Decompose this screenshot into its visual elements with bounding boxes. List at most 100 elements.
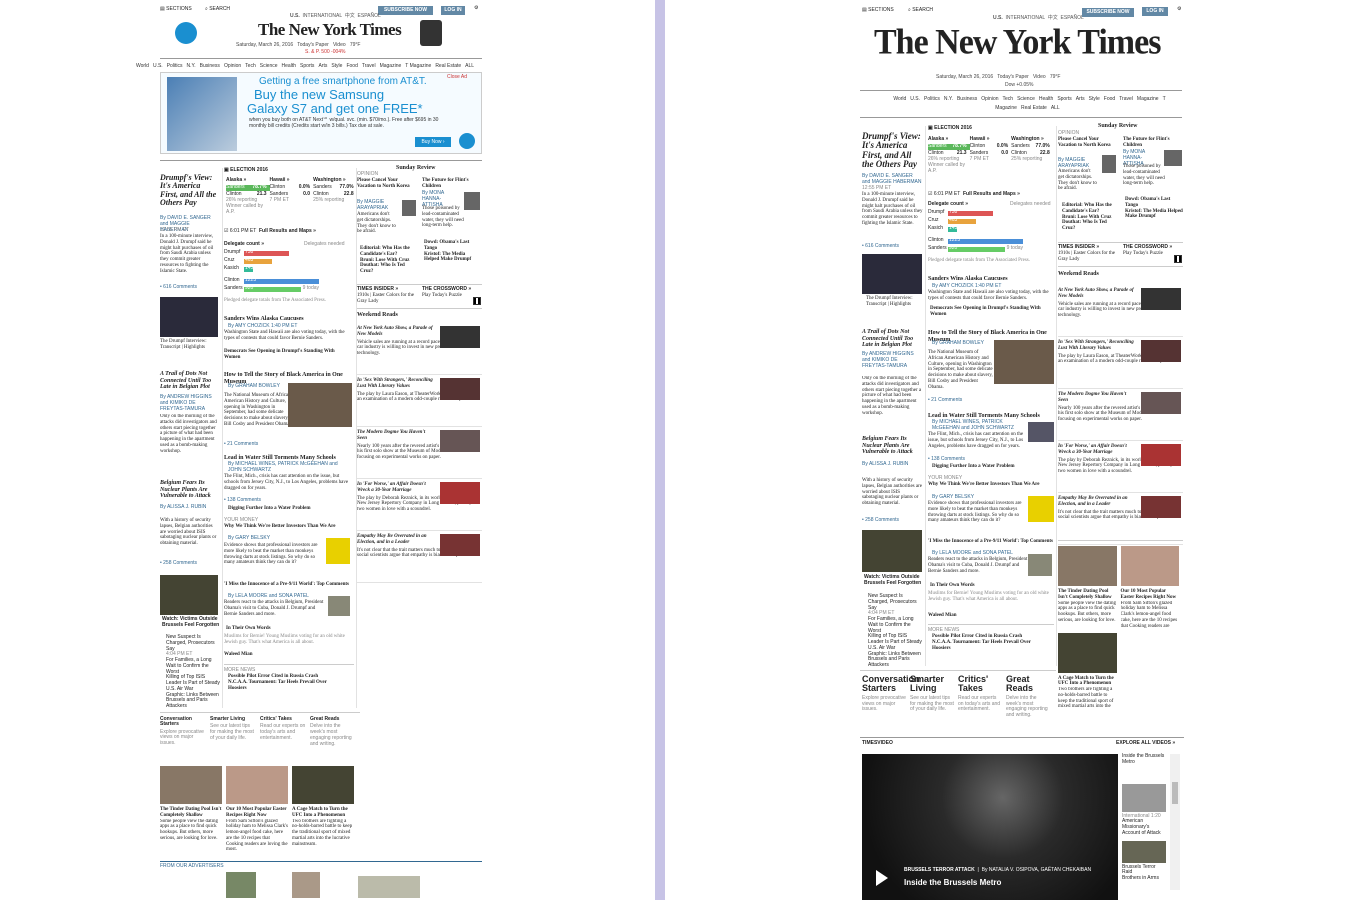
section-nav[interactable]: World U.S. Politics N.Y. Business Opinion Tech… [136,63,478,69]
weekend-headline[interactable]: In 'For Worse,' an Affair Doesn't Wreck … [357,482,435,494]
feature-tile[interactable]: The Tinder Dating Pool Isn't Completely … [160,766,226,851]
nav-item[interactable]: Tech [245,63,256,69]
weekend-headline[interactable]: In 'For Worse,' an Affair Doesn't Wreck … [1058,444,1136,456]
delegate-count-link[interactable]: Delegate count » [928,201,968,208]
nav-item[interactable]: Real Estate [1021,105,1047,111]
weekend-photo[interactable] [440,430,480,452]
delegate-row[interactable]: Clinton 1223 [224,277,354,285]
delegate-row[interactable]: Cruz 463 [928,217,1058,225]
weekend-headline[interactable]: In 'Sex With Strangers,' Reconciling Lus… [357,378,435,390]
nav-item[interactable]: Magazine [1137,96,1159,102]
feature-tile[interactable]: Our 10 Most Popular Easter Recipes Right… [1120,546,1184,629]
opinion-link[interactable]: Kristof: The Media Helped Make Drumpf [1125,209,1183,221]
delegate-count-link[interactable]: Delegate count » [224,241,264,248]
belgium-headline[interactable]: A Trail of Dots Not Connected Until Too … [862,329,924,349]
flint-future-photo[interactable] [464,192,480,210]
state-name[interactable]: Washington » [1011,136,1053,143]
watch-link[interactable]: Killing of Top ISIS Leader Is Part of St… [868,633,924,651]
video-player[interactable]: BRUSSELS TERROR ATTACK | By NATALIA V. O… [862,754,1118,900]
starter-title[interactable]: Conversation Starters [160,716,206,728]
state-result[interactable]: Alaska » Sanders 78.7% Clinton 21.3 26% repor… [928,136,970,175]
weekend-headline[interactable]: At New York Auto Show, a Parade of New M… [357,326,435,338]
starter-card[interactable]: Smarter Living See our latest tips for ma… [910,674,958,735]
watch-link[interactable]: New Suspect Is Charged, Prosecutors Say [868,593,924,611]
watch-link[interactable]: Graphic: Links Between Brussels and Pari… [166,692,222,710]
money-illustration[interactable] [1028,496,1054,522]
delegate-row[interactable]: Kasich 143 [928,225,1058,233]
tile-headline[interactable]: A Cage Match to Turn the UFC Into a Phen… [1058,676,1117,688]
tile-photo[interactable] [160,766,222,804]
nk-byline[interactable]: By MAGGIE ARAYAPRIAK [357,199,397,212]
flint-comments[interactable]: • 138 Comments [224,497,261,504]
nav-item[interactable]: T Magazine [405,63,431,69]
tile-photo[interactable] [292,766,354,804]
nav-item[interactable]: Food [346,63,357,69]
watch-link[interactable]: For Families, a Long Wait to Confirm the… [166,657,222,675]
tile-headline[interactable]: The Tinder Dating Pool Isn't Completely … [160,807,222,819]
feature-tile[interactable]: The Tinder Dating Pool Isn't Completely … [1058,546,1121,629]
nk-headline[interactable]: Please Cancel Your Vacation to North Kor… [1058,137,1116,149]
watch-link[interactable]: New Suspect Is Charged, Prosecutors Say [166,634,222,652]
opinion-link[interactable]: Editorial: Who Has the Candidate's Ear? [1062,203,1120,215]
weekend-headline[interactable]: The Modern Dogme You Haven't Seen [1058,392,1136,404]
alaska-related[interactable]: Democrats See Opening in Drumpf's Standi… [224,349,344,361]
subscribe-button[interactable]: SUBSCRIBE NOW [378,6,433,15]
weekend-reads-title[interactable]: Weekend Reads [357,312,398,318]
nav-item[interactable]: Real Estate [435,63,461,69]
nk-byline[interactable]: By MAGGIE ARAYAPRIAK [1058,157,1098,170]
weekend-headline[interactable]: The Modern Dogme You Haven't Seen [357,430,435,442]
lead-comments[interactable]: • 616 Comments [862,243,899,250]
delegate-bars[interactable]: Drumpf 738 Cruz 463 Kasich 143 Clinton 1223 Sand… [928,209,1058,256]
state-result[interactable]: Washington » Sanders 77.0% Clinton 22.8 25% r… [1011,136,1053,175]
starter-card[interactable]: Critics' Takes Read our experts on today'… [260,716,310,767]
nav-item[interactable]: U.S. [910,96,920,102]
innocence-byline[interactable]: By LELA MOORE and SONA PATEL [932,550,1013,557]
money-byline[interactable]: By GARY BELSKY [228,535,270,542]
state-result[interactable]: Hawaii » Clinton 0.0% Sanders 0.0 7 PM ET [270,177,314,216]
museum-byline[interactable]: By GRAHAM BOWLEY [228,383,288,390]
nav-item[interactable]: World [893,96,906,102]
opinion-link[interactable]: Editorial: Who Has the Candidate's Ear? [360,246,416,258]
sections-menu[interactable]: ▤ SECTIONS [160,6,192,13]
feature-tile[interactable]: A Cage Match to Turn the UFC Into a Phen… [1058,632,1121,707]
flint-future-headline[interactable]: The Future for Flint's Children [1123,137,1183,149]
side-video-thumb[interactable] [1122,840,1166,863]
lead-comments[interactable]: • 616 Comments [160,284,197,291]
starter-title[interactable]: Smarter Living [910,674,954,694]
split-divider[interactable] [655,0,665,900]
belgium-headline[interactable]: A Trail of Dots Not Connected Until Too … [160,371,220,391]
nav-item[interactable]: Opinion [224,63,241,69]
state-result[interactable]: Washington » Sanders 77.0% Clinton 22.8 25% r… [313,177,357,216]
nk-headline[interactable]: Please Cancel Your Vacation to North Kor… [357,178,412,190]
search-button[interactable]: ⌕ SEARCH [908,7,933,14]
nk-photo[interactable] [1102,155,1116,173]
weekend-photo[interactable] [440,482,480,504]
explore-videos-link[interactable]: EXPLORE ALL VIDEOS » [1116,740,1175,747]
watch-link[interactable]: For Families, a Long Wait to Confirm the… [868,616,924,634]
delegate-row[interactable]: Drumpf 738 [928,209,1058,217]
nav-item[interactable]: Travel [362,63,376,69]
starter-title[interactable]: Critics' Takes [260,716,306,722]
weekend-item[interactable]: The Modern Dogme You Haven't Seen Nearly … [357,430,482,479]
nav-item[interactable]: Health [1039,96,1053,102]
times-video-label[interactable]: TIMESVIDEO [862,740,893,747]
tile-photo[interactable] [1058,632,1117,673]
money-illustration[interactable] [326,538,350,564]
weekend-headline[interactable]: At New York Auto Show, a Parade of New M… [1058,288,1136,300]
starter-title[interactable]: Smarter Living [210,716,256,722]
more-news-item[interactable]: N.C.A.A. Tournament: Tar Heels Prevail O… [932,640,1042,652]
nuclear-byline[interactable]: By ALISSA J. RUBIN [160,504,218,511]
tile-headline[interactable]: Our 10 Most Popular Easter Recipes Right… [226,807,288,819]
drumpf-photo[interactable] [862,254,922,294]
innocence-photo[interactable] [328,596,350,616]
nav-item[interactable]: ALL [465,63,474,69]
flint-related[interactable]: Digging Further Into a Water Problem [228,506,311,512]
own-words-title[interactable]: In Their Own Words [930,583,975,589]
nav-item[interactable]: Politics [167,63,183,69]
nav-item[interactable]: Arts [318,63,327,69]
weekend-photo[interactable] [1141,392,1181,414]
delegate-row[interactable]: Clinton 1223 [928,237,1058,245]
nav-item[interactable]: Opinion [981,96,998,102]
nuclear-headline[interactable]: Belgium Fears Its Nuclear Plants Are Vul… [862,436,924,456]
flint-byline[interactable]: By MICHAEL WINES, PATRICK McGEEHAN and J… [932,419,1022,432]
